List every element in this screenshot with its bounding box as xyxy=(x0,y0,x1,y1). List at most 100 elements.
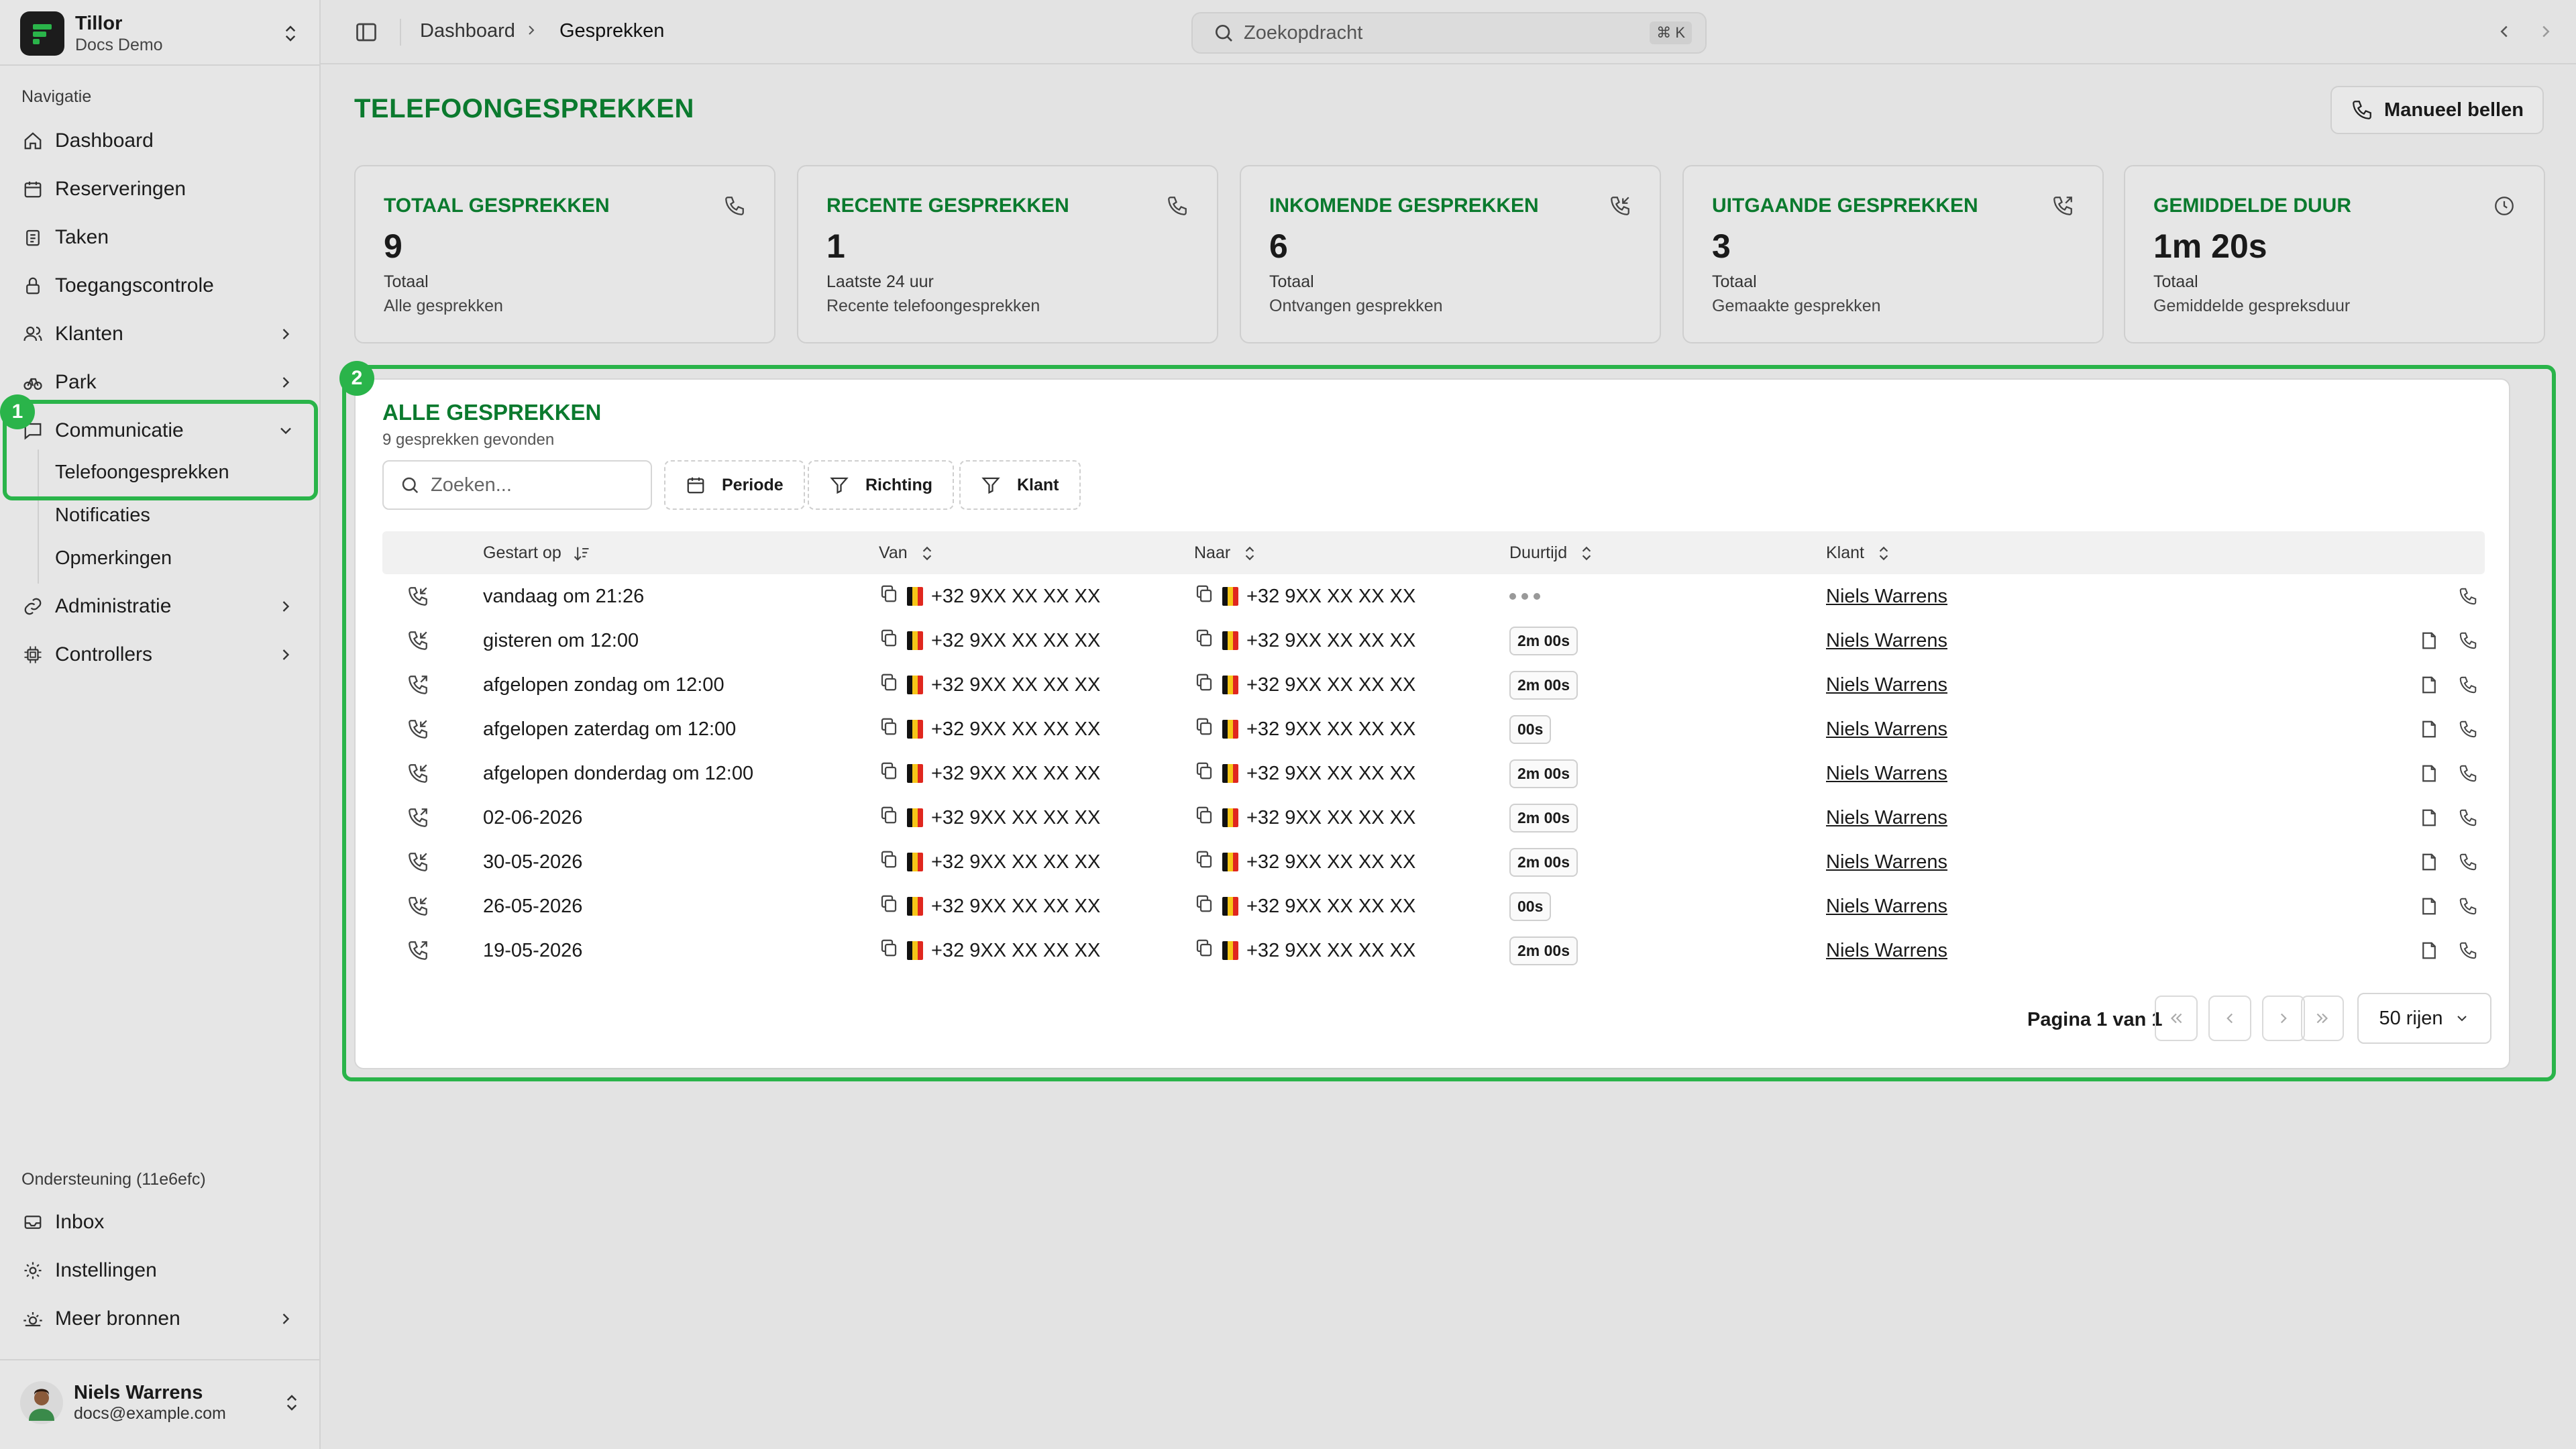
sidebar-item-meer-bronnen[interactable]: Meer bronnen xyxy=(20,1299,302,1339)
stat-sub: Totaal xyxy=(1269,272,1314,291)
stat-value: 1m 20s xyxy=(2153,227,2267,265)
inbox-icon xyxy=(21,1211,44,1234)
sidebar-item-inbox[interactable]: Inbox xyxy=(20,1202,302,1242)
nav-group-label: Navigatie xyxy=(21,87,92,106)
workspace-name: Docs Demo xyxy=(75,36,163,54)
annotation-badge-1: 1 xyxy=(0,394,35,429)
user-email: docs@example.com xyxy=(74,1404,226,1423)
divider xyxy=(400,19,401,46)
clipboard-icon xyxy=(21,226,44,249)
breadcrumb-current: Gesprekken xyxy=(559,20,665,42)
forward-arrow-icon[interactable] xyxy=(2536,21,2556,42)
stat-desc: Recente telefoongesprekken xyxy=(826,297,1040,315)
stat-desc: Alle gesprekken xyxy=(384,297,503,315)
chevron-up-down-icon xyxy=(286,1395,297,1411)
chevron-right-icon xyxy=(529,25,535,35)
stat-title: INKOMENDE GESPREKKEN xyxy=(1269,195,1539,217)
gear-icon xyxy=(21,1259,44,1282)
sidebar-item-label: Reserveringen xyxy=(55,178,186,200)
manual-call-label: Manueel bellen xyxy=(2384,99,2524,121)
sidebar-item-label: Dashboard xyxy=(55,129,154,152)
sidebar-item-toegangscontrole[interactable]: Toegangscontrole xyxy=(20,266,302,306)
sidebar-item-instellingen[interactable]: Instellingen xyxy=(20,1250,302,1291)
stat-desc: Ontvangen gesprekken xyxy=(1269,297,1443,315)
sidebar-item-administratie[interactable]: Administratie xyxy=(20,586,302,627)
stat-sub: Totaal xyxy=(1712,272,1757,291)
sidebar-item-taken[interactable]: Taken xyxy=(20,217,302,258)
sidebar-subitem-opmerkingen[interactable]: Opmerkingen xyxy=(55,547,172,570)
lock-icon xyxy=(21,274,44,297)
clock-icon xyxy=(2495,197,2514,215)
link-icon xyxy=(21,595,44,618)
sidebar-item-label: Instellingen xyxy=(55,1259,157,1281)
chevron-right-icon xyxy=(282,377,290,388)
bike-icon xyxy=(21,371,44,394)
chip-icon xyxy=(21,643,44,666)
sun-icon xyxy=(21,1307,44,1330)
back-arrow-icon[interactable] xyxy=(2494,21,2514,42)
topbar: Dashboard Gesprekken Zoekopdracht ⌘ K xyxy=(321,0,2576,64)
chevron-right-icon xyxy=(282,329,290,339)
sidebar-item-label: Park xyxy=(55,371,97,393)
manual-call-button[interactable]: Manueel bellen xyxy=(2330,86,2544,134)
sidebar-item-reserveringen[interactable]: Reserveringen xyxy=(20,169,302,209)
stat-sub: Totaal xyxy=(384,272,429,291)
phone-icon xyxy=(725,197,744,215)
stat-value: 1 xyxy=(826,227,845,265)
stat-desc: Gemiddelde gespreksduur xyxy=(2153,297,2351,315)
sidebar-item-dashboard[interactable]: Dashboard xyxy=(20,121,302,161)
stat-sub: Totaal xyxy=(2153,272,2198,291)
user-menu[interactable]: Niels Warrens docs@example.com xyxy=(20,1373,302,1433)
stat-title: GEMIDDELDE DUUR xyxy=(2153,195,2352,217)
stat-title: RECENTE GESPREKKEN xyxy=(826,195,1069,217)
chevron-up-down-icon xyxy=(285,25,296,42)
sidebar-item-label: Klanten xyxy=(55,323,123,345)
chevron-right-icon xyxy=(282,1313,290,1324)
annotation-badge-2: 2 xyxy=(339,361,374,396)
support-group-label: Ondersteuning (11e6efc) xyxy=(21,1170,206,1189)
stat-value: 6 xyxy=(1269,227,1288,265)
global-search-input[interactable]: Zoekopdracht ⌘ K xyxy=(1191,12,1707,54)
stat-title: TOTAAL GESPREKKEN xyxy=(384,195,610,217)
annotation-highlight-1 xyxy=(3,400,318,500)
sidebar-item-controllers[interactable]: Controllers xyxy=(20,635,302,675)
stat-card-outgoing: UITGAANDE GESPREKKEN 3 Totaal Gemaakte g… xyxy=(1682,165,2104,343)
user-name: Niels Warrens xyxy=(74,1382,203,1403)
stat-card-average: GEMIDDELDE DUUR 1m 20s Totaal Gemiddelde… xyxy=(2124,165,2545,343)
chevron-right-icon xyxy=(282,649,290,660)
divider xyxy=(0,1359,321,1360)
search-placeholder: Zoekopdracht xyxy=(1244,21,1363,44)
stat-title: UITGAANDE GESPREKKEN xyxy=(1712,195,1978,217)
chevron-right-icon xyxy=(282,601,290,612)
sidebar-item-label: Meer bronnen xyxy=(55,1307,180,1330)
sidebar: Tillor Docs Demo Navigatie Dashboard Res… xyxy=(0,0,321,1449)
shortcut-hint: ⌘ K xyxy=(1650,21,1692,44)
phone-icon xyxy=(2353,101,2371,119)
sidebar-toggle-icon[interactable] xyxy=(354,20,378,44)
workspace-switcher[interactable]: Tillor Docs Demo xyxy=(20,9,301,58)
breadcrumb-dashboard[interactable]: Dashboard xyxy=(420,20,515,42)
phone-incoming-icon xyxy=(1611,197,1629,215)
app-logo xyxy=(20,11,64,56)
sidebar-item-label: Inbox xyxy=(55,1211,105,1233)
stat-value: 9 xyxy=(384,227,402,265)
stat-card-recent: RECENTE GESPREKKEN 1 Laatste 24 uur Rece… xyxy=(797,165,1218,343)
page-title: TELEFOONGESPREKKEN xyxy=(354,94,694,123)
calendar-icon xyxy=(21,178,44,201)
users-icon xyxy=(21,323,44,345)
divider xyxy=(0,64,321,66)
app-name: Tillor xyxy=(75,13,123,34)
sidebar-item-label: Taken xyxy=(55,226,109,248)
sidebar-item-label: Administratie xyxy=(55,595,172,617)
annotation-highlight-2 xyxy=(342,365,2556,1081)
home-icon xyxy=(21,129,44,152)
sidebar-subitem-notificaties[interactable]: Notificaties xyxy=(55,504,150,527)
avatar xyxy=(20,1381,63,1424)
sidebar-item-label: Controllers xyxy=(55,643,153,665)
sidebar-item-park[interactable]: Park xyxy=(20,362,302,402)
stat-sub: Laatste 24 uur xyxy=(826,272,934,291)
stat-desc: Gemaakte gesprekken xyxy=(1712,297,1881,315)
sidebar-item-label: Toegangscontrole xyxy=(55,274,214,297)
sidebar-item-klanten[interactable]: Klanten xyxy=(20,314,302,354)
stat-card-total: TOTAAL GESPREKKEN 9 Totaal Alle gesprekk… xyxy=(354,165,775,343)
